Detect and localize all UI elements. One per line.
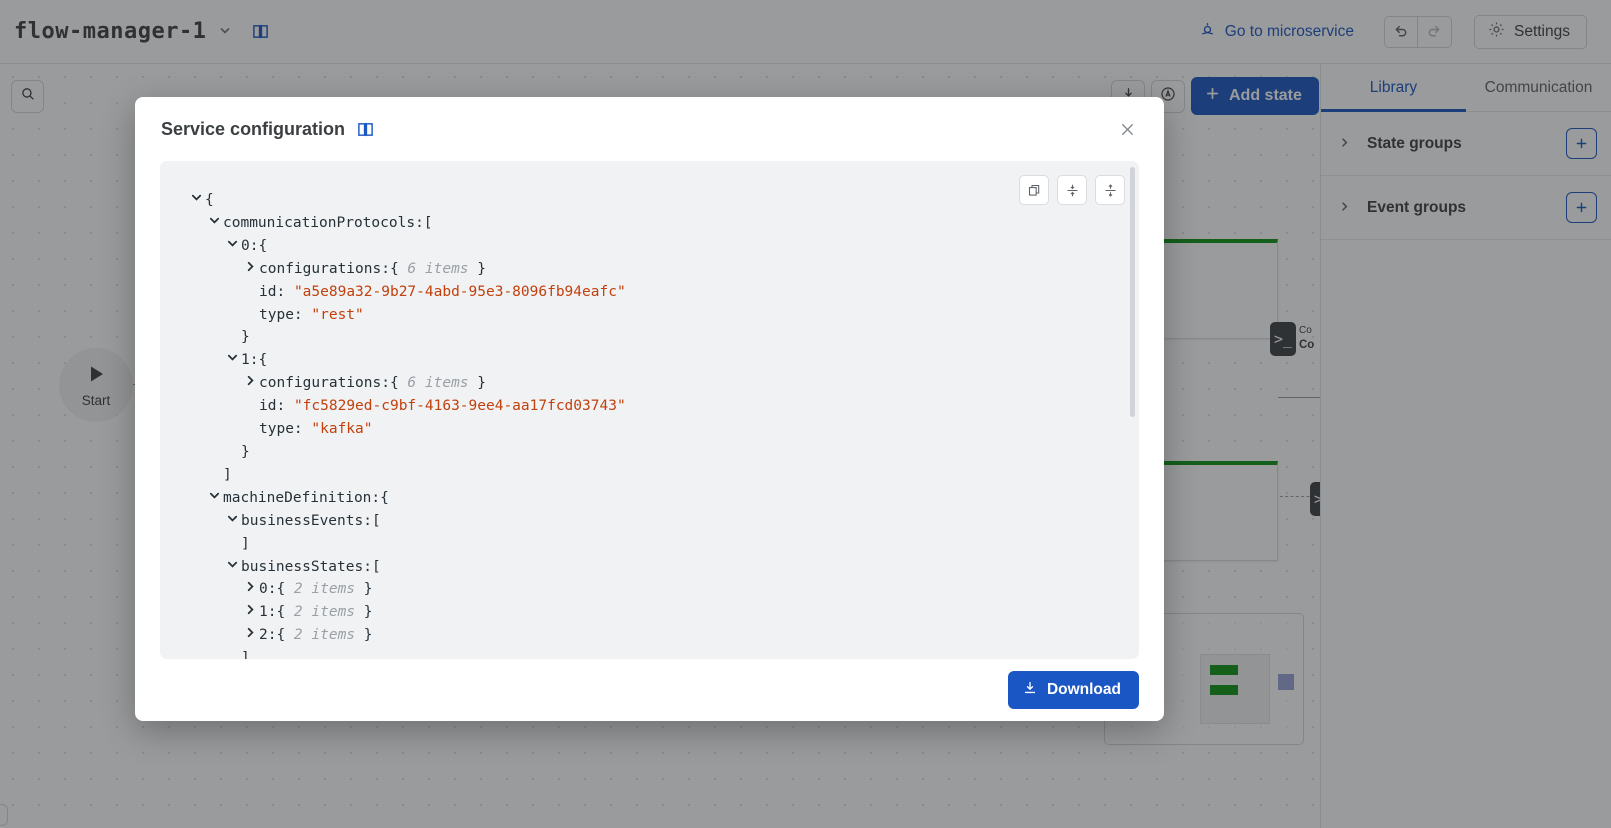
json-content[interactable]: {communicationProtocols:[0:{configuratio…: [160, 161, 1139, 659]
service-configuration-modal: Service configuration: [135, 97, 1164, 721]
json-line-text: 1:{: [241, 349, 267, 372]
json-line-text: ]: [241, 533, 250, 556]
json-line[interactable]: communicationProtocols:[: [190, 212, 1109, 235]
chevron-down-icon[interactable]: [208, 212, 223, 235]
chevron-right-icon[interactable]: [244, 372, 259, 395]
json-line[interactable]: 0:{: [190, 235, 1109, 258]
app-root: flow-manager-1 Go to microservice: [0, 0, 1611, 828]
json-line[interactable]: 2:{ 2 items }: [190, 624, 1109, 647]
json-line-text: {: [205, 189, 214, 212]
json-line-text: }: [241, 441, 250, 464]
json-line: ]: [190, 464, 1109, 487]
json-line-text: }: [241, 326, 250, 349]
chevron-down-icon[interactable]: [226, 349, 241, 372]
chevron-right-icon[interactable]: [244, 258, 259, 281]
close-icon[interactable]: [1112, 114, 1142, 144]
json-line-text: 1:{ 2 items }: [259, 601, 373, 624]
json-line-text: type: "kafka": [259, 418, 373, 441]
book-icon[interactable]: [357, 121, 374, 138]
json-line-text: businessEvents:[: [241, 510, 381, 533]
download-label: Download: [1047, 681, 1121, 699]
json-line: }: [190, 441, 1109, 464]
json-line[interactable]: configurations:{ 6 items }: [190, 372, 1109, 395]
json-line: type: "rest": [190, 304, 1109, 327]
json-line: ]: [190, 647, 1109, 659]
modal-footer: Download: [135, 659, 1164, 721]
json-scrollbar[interactable]: [1130, 167, 1135, 417]
json-line: id: "fc5829ed-c9bf-4163-9ee4-aa17fcd0374…: [190, 395, 1109, 418]
json-line-text: configurations:{ 6 items }: [259, 372, 486, 395]
chevron-down-icon[interactable]: [208, 487, 223, 510]
json-viewer[interactable]: {communicationProtocols:[0:{configuratio…: [160, 161, 1139, 659]
download-button[interactable]: Download: [1008, 671, 1139, 709]
json-line-text: machineDefinition:{: [223, 487, 389, 510]
chevron-right-icon[interactable]: [244, 601, 259, 624]
json-line[interactable]: businessEvents:[: [190, 510, 1109, 533]
json-line-text: 0:{: [241, 235, 267, 258]
json-line[interactable]: configurations:{ 6 items }: [190, 258, 1109, 281]
json-line: }: [190, 326, 1109, 349]
json-line-text: id: "fc5829ed-c9bf-4163-9ee4-aa17fcd0374…: [259, 395, 626, 418]
json-line[interactable]: 0:{ 2 items }: [190, 578, 1109, 601]
modal-header: Service configuration: [135, 97, 1164, 161]
json-line-text: ]: [241, 647, 250, 659]
json-line[interactable]: {: [190, 189, 1109, 212]
chevron-down-icon[interactable]: [226, 556, 241, 579]
json-line-text: ]: [223, 464, 232, 487]
json-line-text: communicationProtocols:[: [223, 212, 433, 235]
json-line-text: businessStates:[: [241, 556, 381, 579]
json-line[interactable]: machineDefinition:{: [190, 487, 1109, 510]
chevron-down-icon[interactable]: [190, 189, 205, 212]
json-line-text: id: "a5e89a32-9b27-4abd-95e3-8096fb94eaf…: [259, 281, 626, 304]
json-line[interactable]: 1:{: [190, 349, 1109, 372]
json-line-text: 0:{ 2 items }: [259, 578, 373, 601]
json-line[interactable]: 1:{ 2 items }: [190, 601, 1109, 624]
json-line-text: configurations:{ 6 items }: [259, 258, 486, 281]
json-line: type: "kafka": [190, 418, 1109, 441]
chevron-right-icon[interactable]: [244, 578, 259, 601]
json-line-text: type: "rest": [259, 304, 364, 327]
json-line[interactable]: businessStates:[: [190, 556, 1109, 579]
chevron-down-icon[interactable]: [226, 510, 241, 533]
json-line: id: "a5e89a32-9b27-4abd-95e3-8096fb94eaf…: [190, 281, 1109, 304]
modal-title: Service configuration: [161, 119, 345, 140]
json-line-text: 2:{ 2 items }: [259, 624, 373, 647]
json-line: ]: [190, 533, 1109, 556]
chevron-right-icon[interactable]: [244, 624, 259, 647]
chevron-down-icon[interactable]: [226, 235, 241, 258]
download-icon: [1022, 680, 1038, 701]
